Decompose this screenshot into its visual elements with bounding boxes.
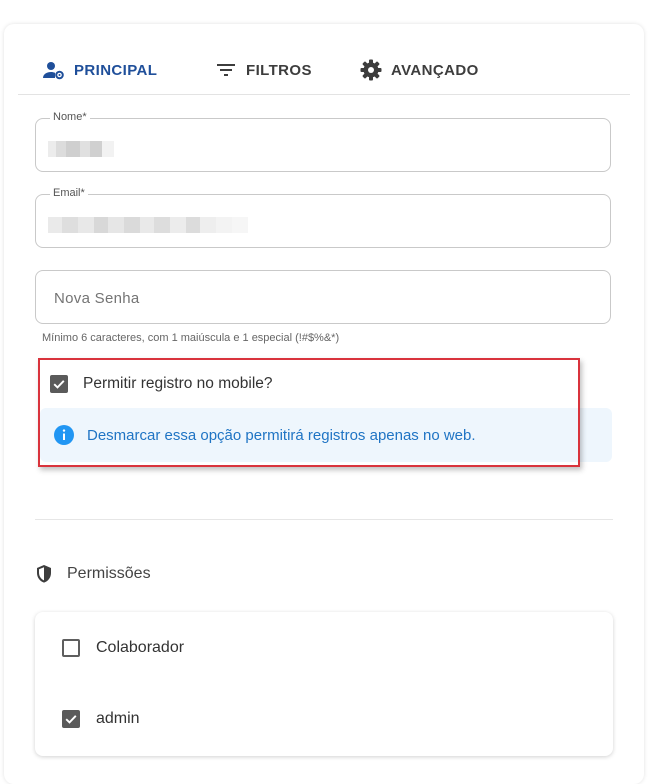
nome-value-redacted (48, 141, 114, 157)
nome-field[interactable]: Nome* (35, 111, 611, 172)
tab-bar: PRINCIPAL FILTROS AVANÇADO (18, 36, 630, 95)
mobile-checkbox-label: Permitir registro no mobile? (83, 375, 273, 392)
tab-filtros[interactable]: FILTROS (214, 58, 312, 82)
permission-item-admin[interactable]: admin (62, 707, 140, 731)
user-settings-icon (42, 58, 66, 82)
email-value-redacted (48, 217, 248, 233)
nome-label: Nome* (50, 111, 90, 123)
mobile-info-text: Desmarcar essa opção permitirá registros… (87, 427, 476, 444)
email-field[interactable]: Email* (35, 187, 611, 248)
mobile-info-alert: Desmarcar essa opção permitirá registros… (40, 408, 612, 462)
mobile-checkbox[interactable] (50, 375, 68, 393)
shield-icon (34, 564, 54, 584)
nova-senha-field[interactable]: Nova Senha (35, 270, 611, 324)
tab-principal[interactable]: PRINCIPAL (42, 58, 157, 82)
admin-checkbox[interactable] (62, 710, 80, 728)
info-icon (53, 424, 75, 446)
gear-icon (359, 58, 383, 82)
colaborador-checkbox[interactable] (62, 639, 80, 657)
tab-avancado[interactable]: AVANÇADO (359, 58, 479, 82)
permission-label-colaborador: Colaborador (96, 639, 185, 656)
password-hint: Mínimo 6 caracteres, com 1 maiúscula e 1… (42, 332, 340, 344)
permission-label-admin: admin (96, 710, 140, 727)
permissions-heading: Permissões (34, 562, 151, 586)
permissions-title: Permissões (67, 565, 151, 582)
mobile-registration-toggle[interactable]: Permitir registro no mobile? (48, 372, 273, 396)
permission-item-colaborador[interactable]: Colaborador (62, 636, 184, 660)
tab-principal-label: PRINCIPAL (74, 61, 158, 79)
tab-filtros-label: FILTROS (246, 61, 312, 79)
email-label: Email* (50, 187, 88, 199)
section-divider (35, 519, 613, 520)
tab-avancado-label: AVANÇADO (391, 61, 479, 79)
filter-icon (214, 58, 238, 82)
nova-senha-placeholder: Nova Senha (54, 290, 140, 307)
permissions-list: Colaborador admin (35, 612, 613, 756)
